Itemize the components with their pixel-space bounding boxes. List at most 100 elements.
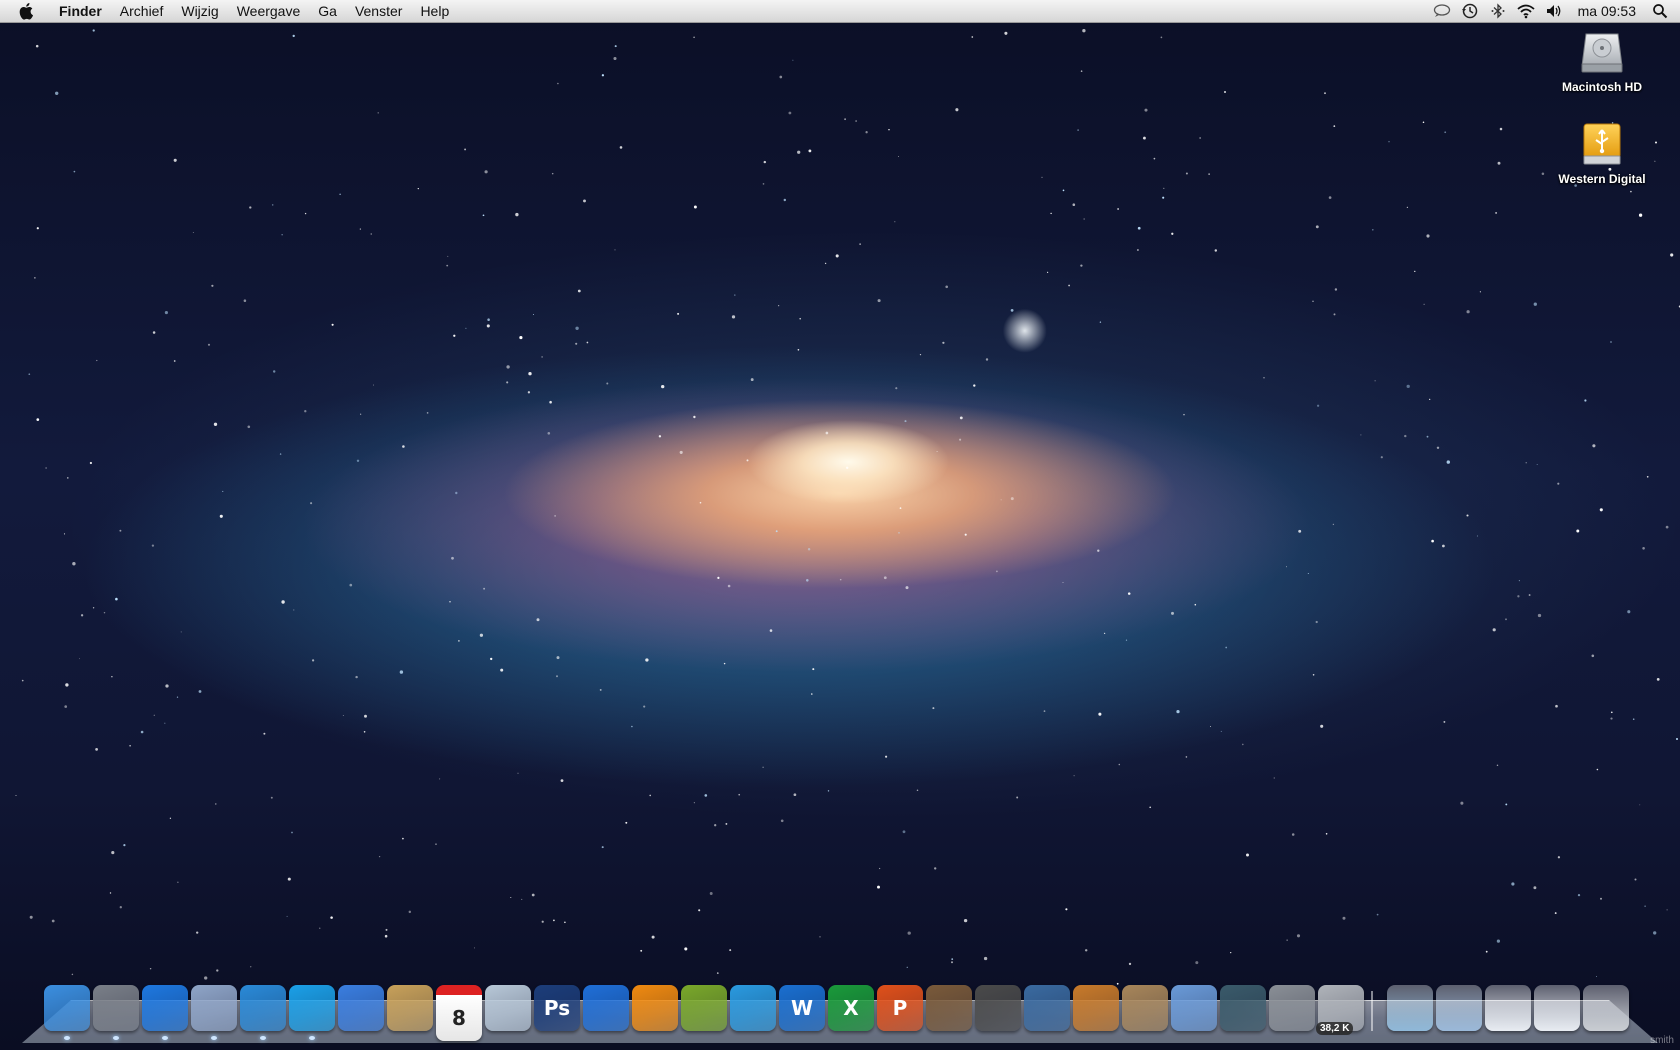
- star: [243, 299, 247, 302]
- star: [1485, 950, 1488, 953]
- dock-address-book-icon[interactable]: [387, 985, 433, 1031]
- menu-wijzig[interactable]: Wijzig: [172, 0, 227, 22]
- dock-finder-icon[interactable]: [44, 985, 90, 1040]
- dock-itunes-icon[interactable]: [583, 985, 629, 1031]
- menu-ga[interactable]: Ga: [309, 0, 346, 22]
- star: [1638, 213, 1643, 217]
- star: [408, 910, 412, 914]
- star: [385, 928, 388, 931]
- star: [1041, 176, 1043, 178]
- dock-launchpad-icon[interactable]: [93, 985, 139, 1040]
- star: [1342, 916, 1346, 920]
- volume-icon[interactable]: [1542, 0, 1566, 22]
- star: [45, 467, 47, 469]
- star: [79, 658, 80, 660]
- dock-system-preferences-icon[interactable]: [1269, 985, 1315, 1031]
- star: [115, 597, 118, 601]
- desktop-icon-western-digital[interactable]: Western Digital: [1547, 120, 1657, 186]
- menu-venster[interactable]: Venster: [346, 0, 411, 22]
- star: [906, 966, 908, 968]
- dock-time-machine-icon[interactable]: [1220, 985, 1266, 1031]
- star: [92, 29, 95, 32]
- star: [119, 906, 122, 909]
- star: [310, 502, 313, 505]
- star: [959, 438, 962, 441]
- star: [780, 819, 784, 823]
- menu-app-name[interactable]: Finder: [50, 0, 111, 22]
- dock-app-store-icon[interactable]: [142, 985, 188, 1040]
- dock-iphoto-icon[interactable]: [926, 985, 972, 1031]
- star: [1360, 434, 1362, 436]
- star: [905, 586, 909, 590]
- dock-activity-monitor-icon[interactable]: 38,2 K: [1316, 985, 1364, 1035]
- dock-vlc-icon[interactable]: [632, 985, 678, 1031]
- speech-bubble-icon[interactable]: [1430, 0, 1454, 22]
- star: [1128, 962, 1132, 966]
- star: [1639, 804, 1641, 806]
- star: [464, 148, 467, 151]
- star: [247, 425, 251, 429]
- star: [709, 892, 713, 895]
- star: [487, 318, 490, 321]
- star: [1517, 595, 1520, 598]
- desktop-wallpaper: [0, 0, 1680, 1050]
- star: [1242, 743, 1244, 746]
- spotlight-search-icon[interactable]: [1648, 0, 1672, 22]
- star: [176, 696, 179, 698]
- menu-archief[interactable]: Archief: [111, 0, 173, 22]
- apple-menu-icon[interactable]: [16, 1, 36, 21]
- dock-photoshop-icon[interactable]: Ps: [534, 985, 580, 1031]
- star: [971, 36, 974, 38]
- star: [80, 614, 84, 617]
- star: [446, 264, 449, 267]
- menubar-clock[interactable]: ma 09:53: [1568, 0, 1646, 22]
- dock-adium-icon[interactable]: [681, 985, 727, 1031]
- dock-mail-icon[interactable]: [191, 985, 237, 1040]
- dock-trash-icon[interactable]: [1583, 985, 1629, 1031]
- star: [554, 515, 556, 517]
- dock-itunes-folder-icon[interactable]: [1171, 985, 1217, 1031]
- dock-dvd-player-icon[interactable]: [1024, 985, 1070, 1031]
- star: [1406, 384, 1410, 389]
- bluetooth-icon[interactable]: [1486, 0, 1510, 22]
- star: [797, 348, 800, 351]
- dock-garageband-icon[interactable]: [1073, 985, 1119, 1031]
- dock-screenshot-stack-1-icon[interactable]: [1485, 985, 1531, 1031]
- dock-downloads-stack-icon[interactable]: [1387, 985, 1433, 1031]
- dock-iphoto-library-icon[interactable]: [1122, 985, 1168, 1031]
- star: [1224, 91, 1226, 93]
- dock-preview-icon[interactable]: [485, 985, 531, 1031]
- dock-excel-icon[interactable]: X: [828, 985, 874, 1031]
- dock-skype-icon[interactable]: [289, 985, 335, 1040]
- dock-safari-icon[interactable]: [240, 985, 286, 1040]
- star: [951, 961, 953, 964]
- dock-ical-icon[interactable]: 8: [436, 985, 482, 1041]
- dock-screenshot-stack-2-icon[interactable]: [1534, 985, 1580, 1031]
- wifi-icon[interactable]: [1514, 0, 1538, 22]
- star: [213, 422, 218, 426]
- star: [1388, 140, 1390, 143]
- dock-powerpoint-icon[interactable]: P: [877, 985, 923, 1031]
- menu-weergave[interactable]: Weergave: [228, 0, 310, 22]
- star: [281, 600, 285, 604]
- star: [1592, 444, 1596, 448]
- star: [649, 794, 651, 797]
- star: [919, 353, 922, 356]
- dock-ichat-icon[interactable]: [338, 985, 384, 1031]
- dock-word-icon[interactable]: W: [779, 985, 825, 1031]
- time-machine-icon[interactable]: [1458, 0, 1482, 22]
- dock-msn-messenger-icon[interactable]: [730, 985, 776, 1031]
- star: [606, 382, 609, 385]
- dock-imovie-icon[interactable]: [975, 985, 1021, 1031]
- dock-icon-glyph: Ps: [543, 996, 571, 1020]
- menu-help[interactable]: Help: [411, 0, 458, 22]
- desktop-icon-macintosh-hd[interactable]: Macintosh HD: [1547, 28, 1657, 94]
- star: [1414, 270, 1416, 273]
- star: [506, 365, 510, 369]
- dock-applications-stack-icon[interactable]: [1436, 985, 1482, 1031]
- star: [1307, 572, 1309, 575]
- star: [601, 74, 605, 77]
- star: [996, 570, 998, 573]
- star: [521, 898, 523, 900]
- star: [63, 533, 66, 535]
